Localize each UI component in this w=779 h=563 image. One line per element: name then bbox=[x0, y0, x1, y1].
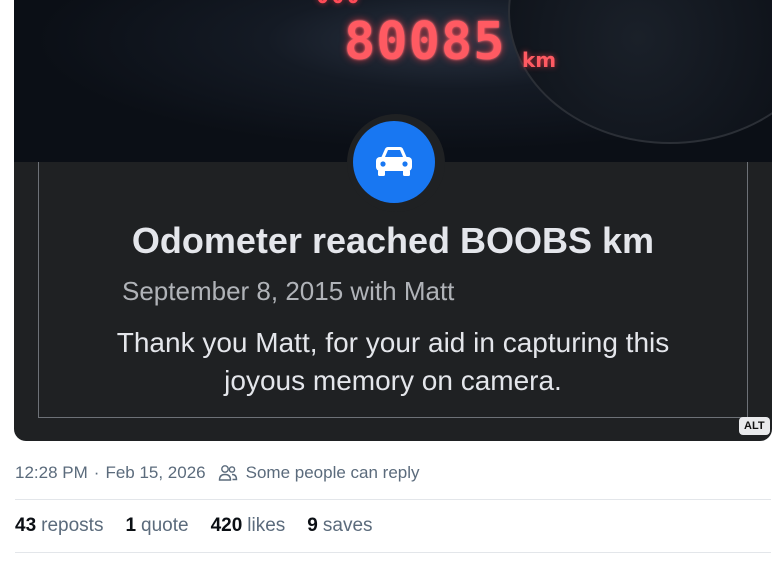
reposts-count: 43 bbox=[15, 515, 37, 536]
post-image[interactable]: 000 80085 km Odometer reached BOOBS km S… bbox=[14, 0, 772, 441]
engagement-stats: 43 reposts 1 quote 420 likes 9 saves bbox=[15, 512, 373, 540]
gauge-dial bbox=[508, 0, 772, 144]
car-icon bbox=[353, 121, 435, 203]
quotes-label: quote bbox=[141, 515, 189, 536]
event-title: Odometer reached BOOBS km bbox=[131, 220, 655, 261]
event-description: Thank you Matt, for your aid in capturin… bbox=[116, 327, 670, 396]
odometer-top-digits: 000 bbox=[316, 0, 362, 9]
divider-top bbox=[15, 499, 771, 500]
stat-likes[interactable]: 420 likes bbox=[211, 515, 286, 537]
event-subtitle: September 8, 2015 with Matt bbox=[122, 276, 455, 306]
odometer-reading: 80085 bbox=[344, 12, 506, 72]
people-icon bbox=[218, 464, 238, 482]
meta-separator: · bbox=[93, 463, 100, 482]
saves-label: saves bbox=[322, 515, 373, 536]
post-time[interactable]: 12:28 PM bbox=[15, 463, 88, 483]
reply-setting[interactable]: Some people can reply bbox=[246, 463, 420, 483]
alt-text-badge[interactable]: ALT bbox=[739, 417, 770, 435]
likes-count: 420 bbox=[210, 515, 243, 536]
stat-reposts[interactable]: 43 reposts bbox=[15, 515, 103, 537]
stat-saves[interactable]: 9 saves bbox=[307, 515, 372, 537]
likes-label: likes bbox=[247, 515, 286, 536]
quotes-count: 1 bbox=[125, 515, 137, 536]
odometer-unit: km bbox=[522, 48, 557, 72]
stat-quotes[interactable]: 1 quote bbox=[125, 515, 188, 537]
saves-count: 9 bbox=[307, 515, 318, 536]
post-date[interactable]: Feb 15, 2026 bbox=[105, 463, 205, 483]
reposts-label: reposts bbox=[41, 515, 104, 536]
post-meta: 12:28 PM · Feb 15, 2026 Some people can … bbox=[15, 460, 420, 486]
divider-bottom bbox=[15, 552, 771, 553]
